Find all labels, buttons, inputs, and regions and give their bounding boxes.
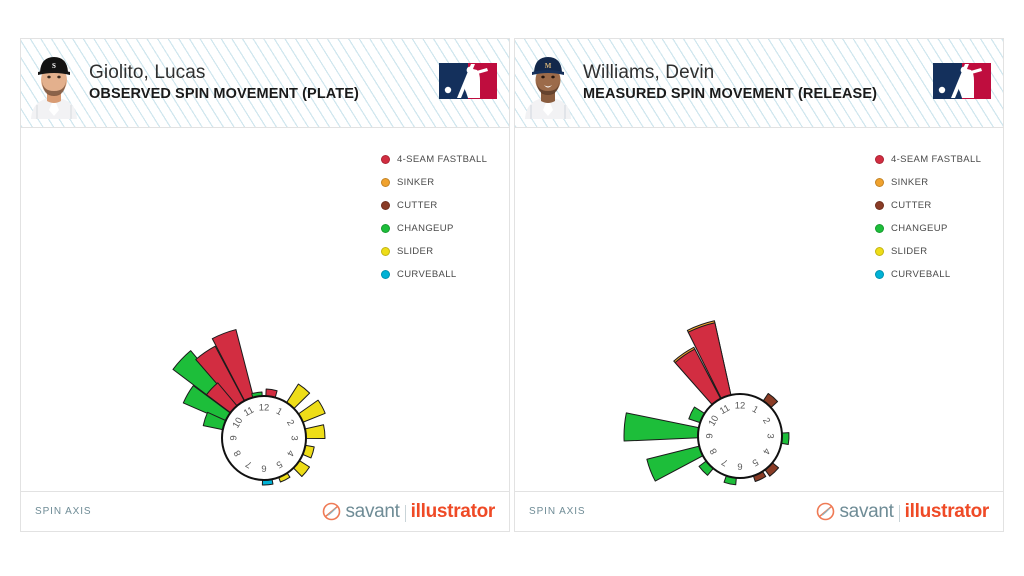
panel-body: 12 1 2 3 4 5 6 7 8 9 10 11 4-SEAM FASTBALL SINKER C…: [515, 128, 1003, 491]
spin-chart-panel-right: M Williams, Devin MEASURED SPIN MOVEMENT…: [514, 38, 1004, 532]
legend-item[interactable]: CURVEBALL: [381, 263, 503, 286]
legend-swatch-slider: [875, 247, 884, 256]
baseball-icon: [323, 502, 341, 521]
legend-label: SLIDER: [891, 246, 928, 257]
legend-item[interactable]: CUTTER: [875, 194, 997, 217]
legend-label: CUTTER: [891, 200, 932, 211]
legend-label: CHANGEUP: [397, 223, 454, 234]
panel-title-group: Giolito, Lucas OBSERVED SPIN MOVEMENT (P…: [89, 62, 437, 104]
brand-divider: [898, 505, 900, 522]
panel-footer: SPIN AXIS savant illustrator: [515, 491, 1003, 531]
legend-swatch-sinker: [381, 178, 390, 187]
spin-movement-rose-chart: 12 1234567891011: [623, 320, 790, 486]
spin-wedge-changeup[interactable]: [646, 445, 705, 482]
legend-label: CUTTER: [397, 200, 438, 211]
legend-item[interactable]: 4-SEAM FASTBALL: [875, 148, 997, 171]
spin-movement-rose-chart: 12 1234567891011: [172, 329, 326, 486]
panel-body: 12 1 2 3 4 5 6 7 8 9 10 11 4-SEAM FASTBALL SINKER C…: [21, 128, 509, 491]
legend-item[interactable]: CHANGEUP: [875, 217, 997, 240]
chart-title: OBSERVED SPIN MOVEMENT (PLATE): [89, 86, 359, 102]
player-name: Williams, Devin: [583, 62, 715, 83]
axis-label: SPIN AXIS: [529, 506, 586, 517]
legend-label: SINKER: [891, 177, 929, 188]
legend-label: CURVEBALL: [397, 269, 457, 280]
brand-divider: [404, 505, 406, 522]
clock-hour-label: 12: [735, 400, 746, 411]
clock-hour-label: 9: [704, 433, 715, 438]
brand-word-savant: savant: [345, 500, 400, 522]
svg-text:S: S: [52, 62, 56, 70]
legend-item[interactable]: SINKER: [381, 171, 503, 194]
player-name: Giolito, Lucas: [89, 62, 206, 83]
clock-hour-label: 9: [228, 435, 239, 440]
legend-label: 4-SEAM FASTBALL: [397, 154, 488, 165]
spin-chart-panel-left: S Giolito, Lucas OBSERVED SPIN MOVEMENT …: [20, 38, 510, 532]
spin-wedge-changeup[interactable]: [623, 412, 701, 442]
legend-swatch-slider: [381, 247, 390, 256]
mlb-logo-icon: [437, 61, 499, 106]
clock-hour-label: 12: [259, 402, 270, 413]
chart-title: MEASURED SPIN MOVEMENT (RELEASE): [583, 86, 878, 102]
brand-word-illustrator: illustrator: [410, 500, 496, 522]
legend-swatch-four-seam: [875, 155, 884, 164]
player-headshot: M: [519, 47, 577, 119]
panel-title-group: Williams, Devin MEASURED SPIN MOVEMENT (…: [583, 62, 931, 104]
legend-item[interactable]: CURVEBALL: [875, 263, 997, 286]
legend-swatch-curveball: [381, 270, 390, 279]
legend-item[interactable]: CUTTER: [381, 194, 503, 217]
mlb-logo-graphic: [933, 62, 991, 99]
legend-swatch-sinker: [875, 178, 884, 187]
legend-label: 4-SEAM FASTBALL: [891, 154, 982, 165]
savant-illustrator-brand: savant illustrator: [322, 501, 495, 523]
legend-swatch-curveball: [875, 270, 884, 279]
clock-hour-label: 6: [737, 461, 742, 472]
baseball-icon: [817, 502, 835, 521]
headshot-graphic: M: [525, 57, 571, 119]
clock-hour-label: 3: [289, 435, 300, 440]
panel-header: M Williams, Devin MEASURED SPIN MOVEMENT…: [515, 39, 1003, 128]
legend-label: CHANGEUP: [891, 223, 948, 234]
legend-swatch-changeup: [381, 224, 390, 233]
legend-swatch-cutter: [381, 201, 390, 210]
pitch-type-legend: 4-SEAM FASTBALL SINKER CUTTER CHANGEUP S…: [381, 148, 503, 286]
pitch-type-legend: 4-SEAM FASTBALL SINKER CUTTER CHANGEUP S…: [875, 148, 997, 286]
legend-label: SINKER: [397, 177, 435, 188]
legend-label: CURVEBALL: [891, 269, 951, 280]
svg-text:M: M: [545, 62, 552, 70]
panel-header: S Giolito, Lucas OBSERVED SPIN MOVEMENT …: [21, 39, 509, 128]
legend-label: SLIDER: [397, 246, 434, 257]
brand-word-savant: savant: [839, 500, 894, 522]
legend-item[interactable]: SLIDER: [381, 240, 503, 263]
legend-swatch-changeup: [875, 224, 884, 233]
player-headshot: S: [25, 47, 83, 119]
legend-item[interactable]: SLIDER: [875, 240, 997, 263]
legend-item[interactable]: CHANGEUP: [381, 217, 503, 240]
headshot-graphic: S: [31, 57, 77, 119]
legend-swatch-cutter: [875, 201, 884, 210]
clock-hour-label: 6: [261, 463, 266, 474]
mlb-logo-graphic: [439, 62, 497, 99]
spin-wedge-slider[interactable]: [303, 424, 326, 440]
legend-item[interactable]: 4-SEAM FASTBALL: [381, 148, 503, 171]
legend-swatch-four-seam: [381, 155, 390, 164]
savant-illustrator-brand: savant illustrator: [816, 501, 989, 523]
axis-label: SPIN AXIS: [35, 506, 92, 517]
panel-footer: SPIN AXIS savant illustrator: [21, 491, 509, 531]
legend-item[interactable]: SINKER: [875, 171, 997, 194]
brand-word-illustrator: illustrator: [904, 500, 990, 522]
screenshot-root: S Giolito, Lucas OBSERVED SPIN MOVEMENT …: [0, 0, 1024, 576]
clock-hour-label: 3: [765, 433, 776, 438]
mlb-logo-icon: [931, 61, 993, 106]
